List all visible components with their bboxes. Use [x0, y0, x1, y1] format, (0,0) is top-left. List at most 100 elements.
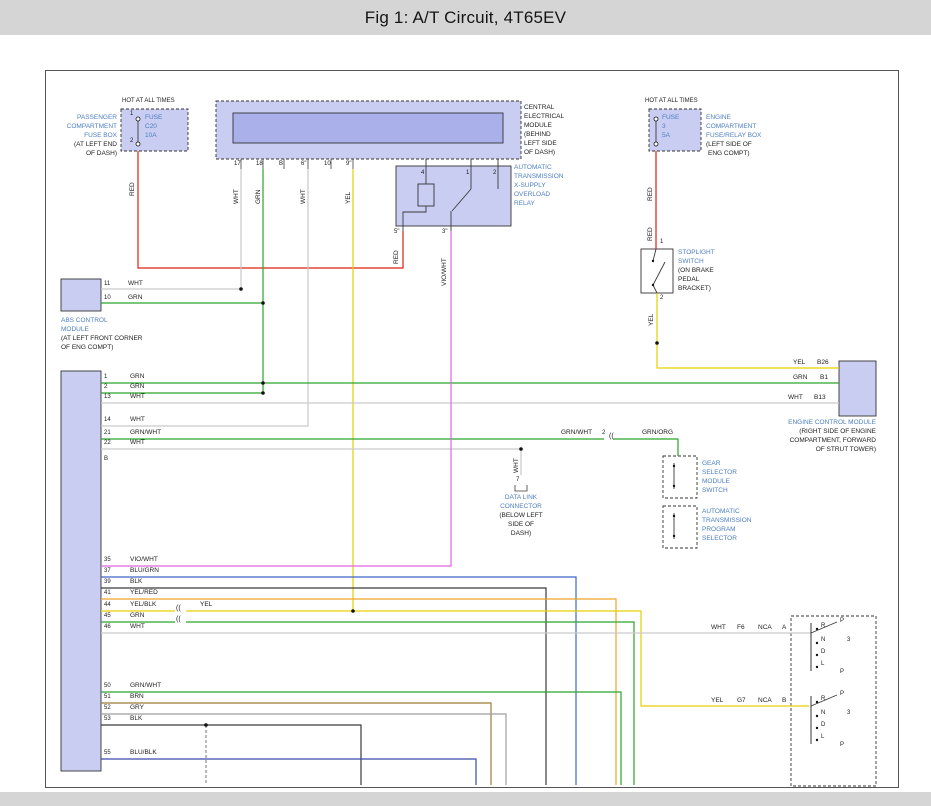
title-bar: Fig 1: A/T Circuit, 4T65EV [0, 0, 931, 35]
diagram-label: 17 [234, 161, 241, 167]
diagram-label: D [821, 649, 825, 655]
diagram-label: ELECTRICAL [524, 114, 564, 121]
diagram-label: (( [176, 616, 181, 623]
diagram-label: COMPARTMENT, FORWARD [790, 438, 876, 445]
diagram-label: WHT [301, 189, 308, 204]
diagram-label: 3 [662, 124, 666, 131]
diagram-label: HOT AT ALL TIMES [122, 98, 175, 104]
diagram-label: 1 [104, 374, 107, 380]
diagram-label: (RIGHT SIDE OF ENGINE [799, 429, 876, 436]
diagram-label: WHT [130, 417, 145, 424]
diagram-label: N [821, 710, 825, 716]
diagram-label: BLK [130, 579, 142, 586]
diagram-label: 2 [130, 138, 133, 144]
diagram-label: GRN [130, 384, 144, 391]
diagram-label: FUSE BOX [84, 133, 117, 140]
diagram-label: SIDE OF [508, 522, 534, 529]
diagram-label: GRN/WHT [130, 683, 161, 690]
diagram-label: BLU/GRN [130, 568, 159, 575]
diagram-label: (AT LEFT FRONT CORNER [61, 336, 143, 343]
diagram-label: ENGINE CONTROL MODULE [788, 420, 876, 427]
diagram-label: B13 [814, 395, 826, 402]
diagram-label: CONNECTOR [500, 504, 542, 511]
diagram-label: L [821, 734, 824, 740]
diagram-label: (BEHIND [524, 132, 551, 139]
diagram-label: 21 [104, 430, 111, 436]
diagram-label: 51 [104, 694, 111, 700]
diagram-label: 1 [660, 239, 663, 245]
diagram-label: GRN [130, 613, 144, 620]
diagram-label: 9" [346, 161, 351, 167]
diagram-label: B [104, 456, 108, 462]
diagram-label: SWITCH [678, 259, 704, 266]
diagram-label: 44 [104, 602, 111, 608]
diagram-label: 50 [104, 683, 111, 689]
diagram-label: P [840, 742, 844, 748]
diagram-label: COMPARTMENT [67, 124, 117, 131]
diagram-label: GRN/WHT [561, 430, 592, 437]
diagram-label: C20 [145, 124, 157, 131]
diagram-labels: HOT AT ALL TIMESPASSENGERCOMPARTMENTFUSE… [46, 71, 898, 787]
diagram-label: WHT [130, 440, 145, 447]
diagram-label: TRANSMISSION [702, 518, 751, 525]
diagram-label: 10 [324, 161, 331, 167]
diagram-label: AUTOMATIC [702, 509, 740, 516]
diagram-label: OF DASH) [86, 151, 117, 158]
diagram-label: WHT [514, 458, 521, 473]
diagram-label: GRN/WHT [130, 430, 161, 437]
diagram-label: 6" [301, 161, 306, 167]
diagram-label: PEDAL [678, 277, 699, 284]
diagram-label: 10A [145, 133, 157, 140]
diagram-label: NCA [758, 698, 772, 705]
diagram-label: BRN [130, 694, 144, 701]
diagram-label: OF DASH) [524, 150, 555, 157]
diagram-label: OF STRUT TOWER) [816, 447, 876, 454]
diagram-label: (( [176, 605, 181, 612]
diagram-label: BLK [130, 716, 142, 723]
diagram-label: 46 [104, 624, 111, 630]
diagram-label: LEFT SIDE [524, 141, 557, 148]
diagram-label: DATA LINK [505, 495, 537, 502]
diagram-label: 1 [130, 111, 133, 117]
diagram-label: (ON BRAKE [678, 268, 714, 275]
diagram-label: 18 [256, 161, 263, 167]
diagram-label: BRACKET) [678, 286, 711, 293]
diagram-label: 2 [493, 170, 496, 176]
diagram-label: WHT [130, 394, 145, 401]
diagram-label: DASH) [511, 531, 531, 538]
diagram-label: D [821, 722, 825, 728]
diagram-label: GRN [130, 374, 144, 381]
diagram-label: ENG COMPT) [708, 151, 750, 158]
diagram-label: GRN [256, 190, 263, 204]
diagram-label: 13 [104, 394, 111, 400]
diagram-label: RED [648, 227, 655, 241]
diagram-label: 45 [104, 613, 111, 619]
diagram-label: WHT [130, 624, 145, 631]
diagram-label: SELECTOR [702, 470, 737, 477]
diagram-label: 55 [104, 750, 111, 756]
diagram-label: 37 [104, 568, 111, 574]
diagram-label: 2 [602, 430, 605, 436]
diagram-label: (( [609, 433, 614, 440]
diagram-label: B [782, 698, 786, 705]
diagram-label: (AT LEFT END [74, 142, 117, 149]
diagram-label: F6 [737, 625, 745, 632]
diagram-label: X-SUPPLY [514, 183, 546, 190]
diagram-label: GRN/ORG [642, 430, 673, 437]
diagram-label: L [821, 661, 824, 667]
diagram-label: CENTRAL [524, 105, 554, 112]
bottom-bar [0, 792, 931, 806]
diagram-label: 39 [104, 579, 111, 585]
diagram-label: 2 [660, 295, 663, 301]
diagram-label: 41 [104, 590, 111, 596]
diagram-label: YEL [200, 602, 212, 609]
diagram-label: YEL [793, 360, 805, 367]
diagram-label: ABS CONTROL [61, 318, 108, 325]
diagram-label: ENGINE [706, 115, 731, 122]
diagram-label: AUTOMATIC [514, 165, 552, 172]
diagram-label: MODULE [524, 123, 552, 130]
diagram-label: 35 [104, 557, 111, 563]
diagram-label: 1 [466, 170, 469, 176]
diagram-label: A [782, 625, 786, 632]
diagram-label: TRANSMISSION [514, 174, 563, 181]
